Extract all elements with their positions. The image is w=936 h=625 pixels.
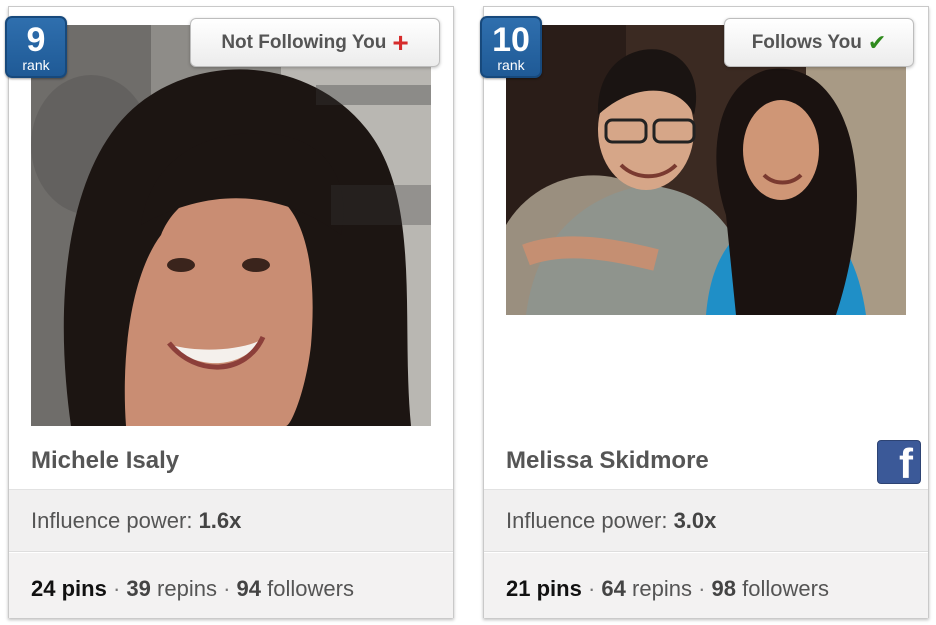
rank-number: 10 (492, 21, 530, 59)
repins-label: repins (632, 576, 692, 601)
influence-label: Influence power: (506, 508, 668, 533)
profile-photo[interactable] (31, 25, 431, 426)
rank-label: rank (22, 57, 50, 73)
pins-label: pins (536, 576, 582, 601)
repins-count: 64 (601, 576, 626, 601)
profile-photo-image (506, 25, 906, 315)
followers-count: 94 (236, 576, 262, 601)
pins-count: 24 (31, 576, 56, 601)
plus-icon: + (392, 26, 409, 58)
stat-separator: · (698, 576, 706, 601)
followers-label: followers (742, 576, 829, 601)
follow-status-label: Follows You (751, 31, 862, 53)
repins-count: 39 (126, 576, 151, 601)
stats-row: 21 pins · 64 repins · 98 followers (484, 553, 928, 618)
rank-badge: 10 rank (480, 16, 542, 78)
stat-separator: · (223, 576, 231, 601)
stat-separator: · (112, 576, 121, 601)
facebook-icon[interactable]: f (877, 440, 921, 484)
influence-row: Influence power: 3.0x (484, 489, 928, 552)
influence-row: Influence power: 1.6x (9, 489, 453, 552)
followers-count: 98 (711, 576, 737, 601)
rank-badge: 9 rank (5, 16, 67, 78)
checkmark-icon: ✔ (867, 29, 887, 55)
pins-label: pins (61, 576, 107, 601)
influence-value: 3.0x (673, 508, 717, 533)
profile-photo-image (31, 25, 431, 426)
followers-label: followers (267, 576, 354, 601)
follow-status-label: Not Following You (221, 31, 387, 53)
rank-label: rank (497, 57, 525, 73)
user-card: 9 rank Not Following You + Michele Isaly… (5, 6, 454, 618)
influence-value: 1.6x (198, 508, 242, 533)
user-name[interactable]: Michele Isaly (31, 447, 179, 475)
user-name[interactable]: Melissa Skidmore (506, 447, 709, 475)
follow-status-button[interactable]: Not Following You + (190, 18, 440, 67)
stats-row: 24 pins · 39 repins · 94 followers (9, 553, 453, 618)
pins-count: 21 (506, 576, 531, 601)
repins-label: repins (157, 576, 217, 601)
rank-number: 9 (26, 21, 46, 59)
user-card: 10 rank Follows You ✔ Melissa Skidmore f… (480, 6, 929, 618)
influence-label: Influence power: (31, 508, 193, 533)
follow-status-button[interactable]: Follows You ✔ (724, 18, 914, 67)
stat-separator: · (587, 576, 596, 601)
profile-photo[interactable] (506, 25, 906, 315)
